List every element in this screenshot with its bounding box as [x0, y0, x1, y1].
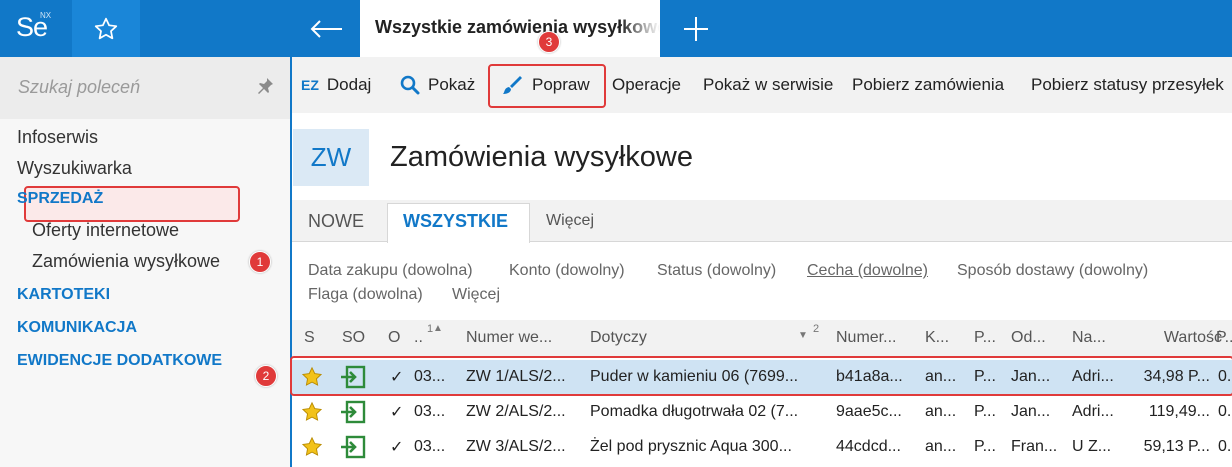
cell-value: 59,13 P... [1143, 438, 1210, 455]
sidebar-item-wyszukiwarka[interactable]: Wyszukiwarka [17, 158, 132, 179]
ez-icon: EZ [301, 77, 319, 93]
cell-number: 03... [414, 403, 446, 420]
column-header[interactable]: S [304, 320, 322, 356]
add-button-label: Dodaj [326, 75, 372, 94]
sort-arrow-icon: ▼ [798, 330, 808, 341]
import-icon [340, 430, 366, 464]
sidebar-section-sprzedaz[interactable]: SPRZEDAŻ [17, 190, 103, 208]
callout-badge: 2 [255, 365, 277, 387]
cell-account: an... [925, 403, 957, 420]
tab-fade [620, 0, 660, 57]
show-in-service-button[interactable]: Pokaż w serwisie [703, 57, 833, 113]
filter-status[interactable]: Status (dowolny) [657, 262, 776, 280]
module-badge: ZW [293, 129, 369, 186]
column-header[interactable]: Numer... [836, 320, 914, 356]
sort-index: 2 [813, 323, 820, 335]
show-in-service-label: Pokaż w serwisie [703, 75, 834, 94]
check-icon: ✓ [390, 404, 404, 421]
filter-sposob-dostawy[interactable]: Sposób dostawy (dowolny) [957, 262, 1148, 280]
column-header[interactable]: Dotyczy [590, 320, 790, 356]
sidebar-item-infoserwis[interactable]: Infoserwis [17, 127, 98, 148]
cell-account: an... [925, 438, 957, 455]
star-icon[interactable] [301, 395, 323, 429]
arrow-left-icon [310, 19, 342, 38]
callout-badge: 1 [249, 251, 271, 273]
sidebar-section-komunikacja[interactable]: KOMUNIKACJA [17, 319, 137, 337]
cell-p2: 0. [1218, 438, 1232, 455]
cell-number: 03... [414, 438, 446, 455]
column-header[interactable]: Na... [1072, 320, 1116, 356]
plus-icon [684, 16, 708, 41]
tab-nowe[interactable]: NOWE [308, 200, 364, 242]
sidebar-section-kartoteki[interactable]: KARTOTEKI [17, 286, 110, 304]
cell-external-number: 9aae5c... [836, 403, 902, 420]
cell-p: P... [974, 403, 996, 420]
fetch-statuses-button[interactable]: Pobierz statusy przesyłek [1031, 57, 1224, 113]
column-header[interactable]: .. [414, 320, 428, 356]
show-button-label: Pokaż [428, 75, 476, 94]
column-header[interactable]: P... [974, 320, 998, 356]
filter-wiecej[interactable]: Więcej [452, 286, 500, 304]
cell-sender: Jan... [1011, 403, 1051, 420]
cell-order-number: ZW 3/ALS/2... [466, 438, 566, 455]
add-button[interactable]: EZ Dodaj [301, 57, 371, 113]
window-tab-active[interactable]: Wszystkie zamówienia wysyłkowe [360, 0, 660, 57]
cell-external-number: 44cdcd... [836, 438, 901, 455]
command-search-input[interactable] [18, 77, 238, 98]
filter-flaga[interactable]: Flaga (dowolna) [308, 286, 423, 304]
favorites-button[interactable] [72, 0, 140, 57]
command-search [0, 57, 290, 119]
app-logo[interactable]: Se NX [0, 0, 70, 57]
sidebar-item-zamowienia[interactable]: Zamówienia wysyłkowe [32, 251, 220, 272]
fetch-statuses-label: Pobierz statusy przesyłek [1031, 75, 1224, 94]
new-tab-button[interactable] [662, 0, 730, 57]
import-icon [340, 395, 366, 429]
callout-badge: 3 [538, 31, 560, 53]
column-header[interactable]: SO [342, 320, 372, 356]
cell-subject: Pomadka długotrwała 02 (7... [590, 403, 799, 420]
logo-superscript: NX [40, 11, 52, 20]
back-button[interactable] [292, 0, 360, 57]
filter-konto[interactable]: Konto (dowolny) [509, 262, 625, 280]
star-icon[interactable] [301, 430, 323, 464]
column-header[interactable]: Numer we... [466, 320, 581, 356]
search-icon [400, 75, 420, 95]
cell-subject: Żel pod prysznic Aqua 300... [590, 438, 792, 455]
page-title: Zamówienia wysyłkowe [390, 141, 693, 173]
sidebar-section-ewidencje[interactable]: EWIDENCJE DODATKOWE [17, 352, 222, 370]
operations-button[interactable]: Operacje [612, 57, 681, 113]
window-tab-title: Wszystkie zamówienia wysyłkowe [375, 17, 660, 37]
check-icon: ✓ [390, 439, 404, 456]
column-header[interactable]: O [388, 320, 406, 356]
tab-wiecej[interactable]: Więcej [546, 200, 594, 242]
sort-arrow-icon: ▲ [433, 323, 443, 334]
fetch-orders-label: Pobierz zamówienia [852, 75, 1005, 94]
sidebar-item-oferty[interactable]: Oferty internetowe [32, 220, 179, 241]
filter-data-zakupu[interactable]: Data zakupu (dowolna) [308, 262, 473, 280]
cell-recipient: U Z... [1072, 438, 1112, 455]
cell-value: 119,49... [1148, 403, 1210, 420]
edit-button-highlight [488, 64, 606, 108]
cell-order-number: ZW 2/ALS/2... [466, 403, 566, 420]
cell-p: P... [974, 438, 996, 455]
column-header[interactable]: K... [925, 320, 955, 356]
column-header[interactable]: P... [1216, 320, 1232, 356]
show-button[interactable]: Pokaż [400, 57, 475, 113]
pin-icon[interactable] [256, 77, 274, 100]
star-outline-icon [94, 17, 118, 39]
filter-cecha[interactable]: Cecha (dowolne) [807, 262, 928, 280]
cell-p2: 0. [1218, 403, 1232, 420]
tab-wszystkie[interactable]: WSZYSTKIE [403, 200, 508, 242]
operations-label: Operacje [612, 75, 681, 94]
cell-sender: Fran... [1011, 438, 1058, 455]
cell-recipient: Adri... [1072, 403, 1114, 420]
fetch-orders-button[interactable]: Pobierz zamówienia [852, 57, 1004, 113]
column-header[interactable]: Od... [1011, 320, 1057, 356]
selected-row-highlight [290, 356, 1232, 396]
column-header[interactable]: Wartość [1150, 320, 1222, 356]
